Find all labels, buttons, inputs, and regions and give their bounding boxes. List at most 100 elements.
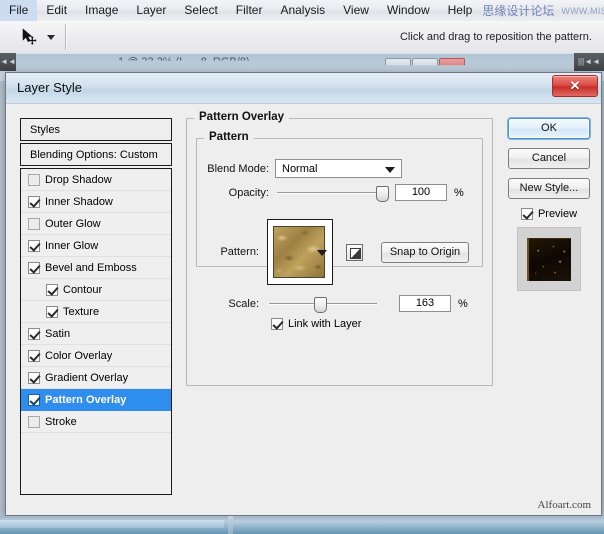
options-bar: Click and drag to reposition the pattern… [0,21,604,54]
cancel-button[interactable]: Cancel [508,148,590,169]
checkbox-satin[interactable] [28,327,40,340]
checkbox-stroke[interactable] [28,415,40,428]
preview-row[interactable]: Preview [508,208,590,220]
preview-image [527,237,571,281]
effect-row-bevel-and-emboss[interactable]: Bevel and Emboss [21,257,171,279]
checkbox-link-with-layer[interactable] [271,318,283,330]
pattern-label: Pattern: [220,246,259,258]
preview-thumbnail [517,227,581,291]
effect-label: Outer Glow [45,217,101,230]
opacity-label: Opacity: [228,186,269,199]
checkbox-inner-shadow[interactable] [28,195,40,208]
opacity-row: Opacity: 100 % [203,184,464,202]
pattern-overlay-panel: Pattern Overlay Pattern Blend Mode: Norm… [186,111,493,493]
layer-style-dialog: Layer Style ✕ Styles Blending Options: C… [5,72,602,516]
checkbox-gradient-overlay[interactable] [28,371,40,384]
scale-slider[interactable] [269,296,377,313]
new-style-button[interactable]: New Style... [508,178,590,199]
effect-label: Stroke [45,415,77,428]
pattern-overlay-section: Pattern Overlay Pattern Blend Mode: Norm… [186,111,493,386]
scale-label: Scale: [228,297,259,310]
menu-item-analysis[interactable]: Analysis [271,0,334,21]
effects-list: Drop Shadow Inner Shadow Outer Glow Inne… [20,168,172,495]
watermark-chinese: 思缘设计论坛 [482,4,555,18]
effect-label: Satin [45,327,71,340]
preview-label: Preview [537,208,578,220]
scale-row: Scale: 163 % [202,295,468,313]
checkbox-texture[interactable] [46,305,58,318]
blend-mode-value: Normal [282,162,318,175]
tool-preset-chevron-down-icon[interactable] [47,34,55,40]
footer-watermark: Alfoart.com [537,499,591,511]
dialog-body: Styles Blending Options: Custom Drop Sha… [6,104,601,515]
scale-input[interactable]: 163 [399,295,451,312]
opacity-slider[interactable] [277,185,389,202]
checkbox-preview[interactable] [520,208,533,220]
effect-label: Drop Shadow [45,173,112,186]
effect-row-stroke[interactable]: Stroke [21,411,171,433]
pattern-row: Pattern: Snap to Origin [202,219,469,285]
effect-label: Color Overlay [45,349,113,362]
effect-label: Texture [63,305,100,318]
link-with-layer-row[interactable]: Link with Layer [271,318,361,330]
bottom-panel-tab[interactable] [0,520,224,528]
status-hint: Click and drag to reposition the pattern… [399,31,592,43]
effect-label: Contour [63,283,103,296]
blend-mode-row: Blend Mode: Normal [203,159,402,178]
panel-collapse-left-icon[interactable]: ◄◄ [0,53,16,71]
menu-item-filter[interactable]: Filter [227,0,272,21]
effect-row-satin[interactable]: Satin [21,323,171,345]
styles-column: Styles Blending Options: Custom Drop Sha… [20,118,172,495]
opacity-input[interactable]: 100 [395,184,447,201]
effect-row-inner-shadow[interactable]: Inner Shadow [21,191,171,213]
menu-item-window[interactable]: Window [378,0,439,21]
checkbox-pattern-overlay[interactable] [28,393,40,406]
effect-row-texture[interactable]: Texture [21,301,171,323]
menu-item-file[interactable]: File [0,0,38,21]
effect-row-outer-glow[interactable]: Outer Glow [21,213,171,235]
dialog-close-button[interactable]: ✕ [552,75,598,97]
effect-row-pattern-overlay[interactable]: Pattern Overlay [21,389,171,411]
menu-item-select[interactable]: Select [175,0,226,21]
effect-row-contour[interactable]: Contour [21,279,171,301]
menu-item-help[interactable]: Help [439,0,482,21]
checkbox-bevel-and-emboss[interactable] [28,261,40,274]
menu-item-layer[interactable]: Layer [127,0,175,21]
window-bottom-edge [0,516,604,534]
menu-item-image[interactable]: Image [76,0,127,21]
move-tool-icon[interactable] [14,24,44,50]
ok-button[interactable]: OK [508,118,590,139]
checkbox-inner-glow[interactable] [28,239,40,252]
blending-options-button[interactable]: Blending Options: Custom [20,143,172,166]
panel-collapse-right-icon[interactable]: |||◄◄ [574,53,604,71]
slider-thumb[interactable] [314,296,327,313]
chevron-down-icon [385,166,395,173]
effect-row-inner-glow[interactable]: Inner Glow [21,235,171,257]
checkbox-drop-shadow[interactable] [28,173,40,186]
effect-row-color-overlay[interactable]: Color Overlay [21,345,171,367]
checkbox-contour[interactable] [46,283,58,296]
new-preset-button[interactable] [346,243,363,261]
effect-row-drop-shadow[interactable]: Drop Shadow [21,169,171,191]
blend-mode-select[interactable]: Normal [275,159,402,178]
chevron-down-icon[interactable] [317,250,327,256]
menu-item-view[interactable]: View [334,0,378,21]
checkbox-outer-glow[interactable] [28,217,40,230]
dialog-title: Layer Style [17,80,83,95]
blend-mode-label: Blend Mode: [207,162,269,175]
toolbar-divider [65,24,66,50]
checkbox-color-overlay[interactable] [28,349,40,362]
group-title: Pattern [204,131,254,143]
effect-label: Bevel and Emboss [45,261,137,274]
slider-thumb[interactable] [376,185,389,202]
effect-row-gradient-overlay[interactable]: Gradient Overlay [21,367,171,389]
dialog-title-bar[interactable]: Layer Style ✕ [6,73,601,104]
snap-to-origin-button[interactable]: Snap to Origin [381,241,469,263]
link-with-layer-label: Link with Layer [288,318,362,330]
photoshop-window: File Edit Image Layer Select Filter Anal… [0,0,604,534]
effect-label: Inner Glow [45,239,99,252]
pattern-picker[interactable] [267,219,333,285]
styles-header-button[interactable]: Styles [20,118,172,141]
scale-unit: % [458,297,468,310]
menu-item-edit[interactable]: Edit [37,0,76,21]
